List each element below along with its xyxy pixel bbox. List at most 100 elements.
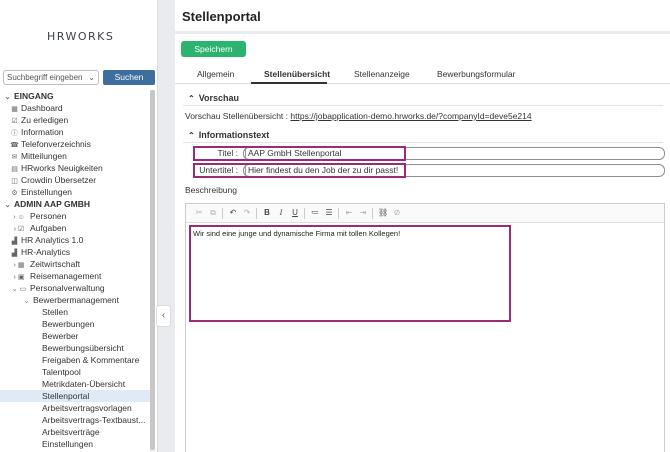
search-placeholder: Suchbegriff eingeben	[7, 73, 83, 82]
sidebar-item-freigaben-kommentare[interactable]: Freigaben & Kommentare	[0, 354, 150, 366]
sidebar-item-talentpool[interactable]: Talentpool	[0, 366, 150, 378]
sidebar-item-arbeitsverträge[interactable]: Arbeitsverträge	[0, 426, 150, 438]
sidebar-scrollbar[interactable]	[150, 90, 155, 452]
analytics-icon: ▟	[11, 238, 18, 245]
sidebar-item-stellenportal[interactable]: Stellenportal	[0, 390, 150, 402]
translate-icon: ◫	[11, 178, 18, 185]
highlight-frame	[193, 163, 406, 178]
search-button[interactable]: Suchen	[103, 70, 155, 85]
sidebar-item-bewerber[interactable]: Bewerber	[0, 330, 150, 342]
sidebar-item-label: Metrikdaten-Übersicht	[42, 379, 126, 389]
info-section-header[interactable]: ⌃ Informationstext	[188, 130, 269, 140]
page-title: Stellenportal	[182, 9, 261, 24]
sidebar-item-label: Bewerbungsübersicht	[42, 343, 124, 353]
sidebar-item-hr-analytics[interactable]: ▟ HR-Analytics	[0, 246, 150, 258]
sidebar-item-label: Reisemanagement	[30, 271, 102, 281]
sidebar-item-stellen[interactable]: Stellen	[0, 306, 150, 318]
sidebar-item-label: Arbeitsvertrags-Textbaust...	[42, 415, 146, 425]
message-icon: ✉	[11, 154, 18, 161]
gear-icon: ⚙	[11, 190, 18, 197]
sidebar-item-telefonverzeichnis[interactable]: ☎ Telefonverzeichnis	[0, 138, 150, 150]
outdent-icon[interactable]: ⇤	[344, 208, 354, 218]
redo-icon[interactable]: ↷	[242, 208, 252, 218]
bullet-list-icon[interactable]: ☰	[324, 208, 334, 218]
italic-icon[interactable]: I	[276, 208, 286, 218]
sidebar-item-dashboard[interactable]: ▦ Dashboard	[0, 102, 150, 114]
sidebar-item-label: ADMIN AAP GMBH	[14, 199, 91, 209]
sidebar-section-admin-aap-gmbh[interactable]: ⌄ ADMIN AAP GMBH	[0, 198, 150, 210]
scrollbar-thumb[interactable]	[150, 90, 155, 450]
chevron-down-icon: ⌄	[23, 298, 30, 305]
save-button[interactable]: Speichern	[181, 41, 246, 57]
editor-toolbar: ✂ ⧉ ↶ ↷ B I U ≔ ☰ ⇤ ⇥ ⛓ ⊘	[186, 204, 664, 223]
sidebar-item-aufgaben[interactable]: › ☑ Aufgaben	[0, 222, 150, 234]
preview-link[interactable]: https://jobapplication-demo.hrworks.de/?…	[290, 111, 531, 121]
travel-icon: › ▣	[13, 274, 25, 281]
search-input[interactable]: Suchbegriff eingeben ⌄	[3, 70, 99, 85]
sidebar-nav: ⌄ EINGANG ▦ Dashboard ☑ Zu erledigen ⓘ Informat…	[0, 90, 150, 450]
sidebar-item-label: HR Analytics 1.0	[21, 235, 84, 245]
sidebar-item-bewerbermanagement[interactable]: ⌄ Bewerbermanagement	[0, 294, 150, 306]
sidebar-item-personen[interactable]: › ☺ Personen	[0, 210, 150, 222]
indent-icon[interactable]: ⇥	[358, 208, 368, 218]
preview-row: Vorschau Stellenübersicht : https://joba…	[185, 111, 532, 121]
unlink-icon[interactable]: ⊘	[392, 208, 402, 218]
active-tab-indicator	[251, 82, 327, 84]
people-icon: › ☺	[13, 214, 25, 221]
sidebar-section-eingang[interactable]: ⌄ EINGANG	[0, 90, 150, 102]
sidebar-item-bewerbungsübersicht[interactable]: Bewerbungsübersicht	[0, 342, 150, 354]
tab-stellenanzeige[interactable]: Stellenanzeige	[354, 69, 410, 79]
sidebar-item-zeitwirtschaft[interactable]: › ▦ Zeitwirtschaft	[0, 258, 150, 270]
preview-heading: Vorschau	[198, 93, 240, 103]
tab-bar: Allgemein Stellenübersicht Stellenanzeig…	[175, 66, 670, 84]
main-content: Stellenportal Speichern Allgemein Stelle…	[175, 0, 670, 452]
copy-icon[interactable]: ⧉	[208, 208, 218, 218]
news-icon: ▤	[11, 166, 18, 173]
bold-icon[interactable]: B	[262, 208, 272, 218]
cut-icon[interactable]: ✂	[194, 208, 204, 218]
sidebar-item-label: Telefonverzeichnis	[21, 139, 91, 149]
toolbar-separator	[338, 208, 339, 219]
toolbar-separator	[372, 208, 373, 219]
sidebar-item-label: Dashboard	[21, 103, 63, 113]
toolbar-separator	[222, 208, 223, 219]
checklist-icon: ☑	[11, 118, 18, 125]
preview-section-header[interactable]: ⌃ Vorschau	[188, 93, 239, 103]
sidebar-item-hrworks-neuigkeiten[interactable]: ▤ HRworks Neuigkeiten	[0, 162, 150, 174]
sidebar-item-hr-analytics-1-0[interactable]: ▟ HR Analytics 1.0	[0, 234, 150, 246]
sidebar-item-mitteilungen[interactable]: ✉ Mitteilungen	[0, 150, 150, 162]
sidebar-item-arbeitsvertragsvorlagen[interactable]: Arbeitsvertragsvorlagen	[0, 402, 150, 414]
sidebar-item-zu-erledigen[interactable]: ☑ Zu erledigen	[0, 114, 150, 126]
collapse-sidebar-button[interactable]: ‹	[156, 305, 171, 327]
tab-bewerbungsformular[interactable]: Bewerbungsformular	[437, 69, 515, 79]
undo-icon[interactable]: ↶	[228, 208, 238, 218]
sidebar-item-einstellungen[interactable]: ⚙ Einstellungen	[0, 186, 150, 198]
chevron-down-icon: ⌄	[88, 73, 95, 82]
link-icon[interactable]: ⛓	[378, 208, 388, 218]
tab-stellenuebersicht[interactable]: Stellenübersicht	[264, 69, 330, 79]
sidebar-item-crowdin-übersetzer[interactable]: ◫ Crowdin Übersetzer	[0, 174, 150, 186]
chevron-up-icon: ⌃	[188, 94, 195, 103]
phone-book-icon: ☎	[10, 142, 19, 149]
sidebar-item-label: Mitteilungen	[21, 151, 67, 161]
sidebar-item-reisemanagement[interactable]: › ▣ Reisemanagement	[0, 270, 150, 282]
sidebar-item-personalverwaltung[interactable]: ⌄ ▭ Personalverwaltung	[0, 282, 150, 294]
sidebar-item-label: HR-Analytics	[21, 247, 71, 257]
sidebar-item-label: Crowdin Übersetzer	[21, 175, 97, 185]
description-label: Beschreibung	[185, 185, 237, 195]
dashboard-icon: ▦	[11, 106, 18, 113]
sidebar-item-einstellungen[interactable]: Einstellungen	[0, 438, 150, 450]
underline-icon[interactable]: U	[290, 208, 300, 218]
sidebar-item-metrikdaten-übersicht[interactable]: Metrikdaten-Übersicht	[0, 378, 150, 390]
chevron-up-icon: ⌃	[188, 131, 195, 140]
tab-allgemein[interactable]: Allgemein	[197, 69, 234, 79]
sidebar-item-information[interactable]: ⓘ Information	[0, 126, 150, 138]
highlight-frame	[189, 225, 511, 322]
sidebar-item-bewerbungen[interactable]: Bewerbungen	[0, 318, 150, 330]
numbered-list-icon[interactable]: ≔	[310, 208, 320, 218]
sidebar-item-arbeitsvertrags-textbaust[interactable]: Arbeitsvertrags-Textbaust...	[0, 414, 150, 426]
toolbar-separator	[304, 208, 305, 219]
chevron-left-icon: ‹	[161, 310, 166, 321]
info-icon: ⓘ	[11, 130, 18, 137]
sidebar: HRWORKS Suchbegriff eingeben ⌄ Suchen ⌄ E…	[0, 0, 158, 452]
